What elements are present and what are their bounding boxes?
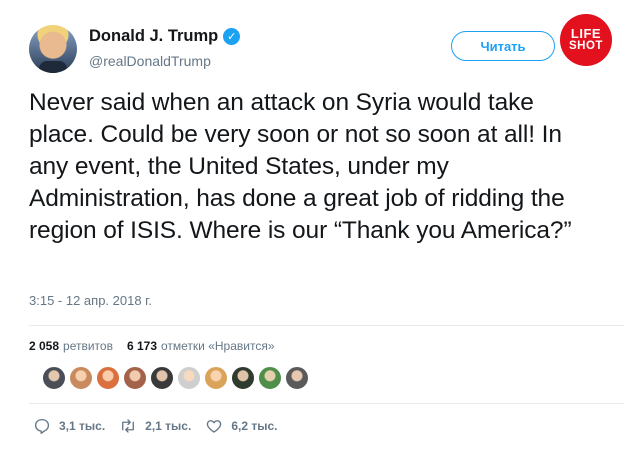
like-stat-label: отметки «Нравится» xyxy=(161,339,275,353)
reply-icon xyxy=(34,418,50,434)
like-stat[interactable]: 6 173 отметки «Нравится» xyxy=(127,339,275,353)
verified-badge-icon: ✓ xyxy=(223,28,241,45)
retweet-count: 2 058 xyxy=(29,339,60,353)
tweet-actions: 3,1 тыс. 2,1 тыс. 6,2 тыс. xyxy=(33,417,291,435)
tweet-timestamp[interactable]: 3:15 - 12 апр. 2018 г. xyxy=(29,293,152,308)
follow-button[interactable]: Читать xyxy=(451,31,555,61)
tweet-text: Never said when an attack on Syria would… xyxy=(29,89,572,244)
liker-avatar[interactable] xyxy=(123,366,147,390)
like-action-count: 6,2 тыс. xyxy=(231,419,278,433)
liker-avatar[interactable] xyxy=(150,366,174,390)
author-avatar[interactable] xyxy=(29,25,77,73)
liker-avatar[interactable] xyxy=(42,366,66,390)
liker-avatar[interactable] xyxy=(258,366,282,390)
divider-bottom xyxy=(29,403,624,404)
retweet-stat-label: ретвитов xyxy=(63,339,113,353)
liker-avatars xyxy=(42,366,312,390)
retweet-button[interactable]: 2,1 тыс. xyxy=(119,417,191,435)
divider-top xyxy=(29,325,624,326)
author-display-name[interactable]: Donald J. Trump xyxy=(89,27,218,46)
retweet-icon xyxy=(122,419,135,433)
author-handle[interactable]: @realDonaldTrump xyxy=(89,53,211,69)
retweet-stat[interactable]: 2 058 ретвитов xyxy=(29,339,113,353)
liker-avatar[interactable] xyxy=(204,366,228,390)
liker-avatar[interactable] xyxy=(177,366,201,390)
liker-avatar[interactable] xyxy=(69,366,93,390)
like-button[interactable]: 6,2 тыс. xyxy=(205,417,277,435)
like-count: 6 173 xyxy=(126,339,157,353)
reply-button[interactable]: 3,1 тыс. xyxy=(33,417,105,435)
lifeshot-logo: LIFE SHOT xyxy=(560,14,612,66)
reply-count: 3,1 тыс. xyxy=(59,419,106,433)
liker-avatar[interactable] xyxy=(231,366,255,390)
logo-line-2: SHOT xyxy=(569,40,603,53)
retweet-action-count: 2,1 тыс. xyxy=(145,419,192,433)
author-name-row: Donald J. Trump ✓ xyxy=(89,27,241,46)
liker-avatar[interactable] xyxy=(96,366,120,390)
heart-icon xyxy=(207,420,222,433)
logo-line-1: LIFE xyxy=(570,26,602,42)
liker-avatar[interactable] xyxy=(285,366,309,390)
tweet-stats: 2 058 ретвитов 6 173 отметки «Нравится» xyxy=(29,339,275,353)
